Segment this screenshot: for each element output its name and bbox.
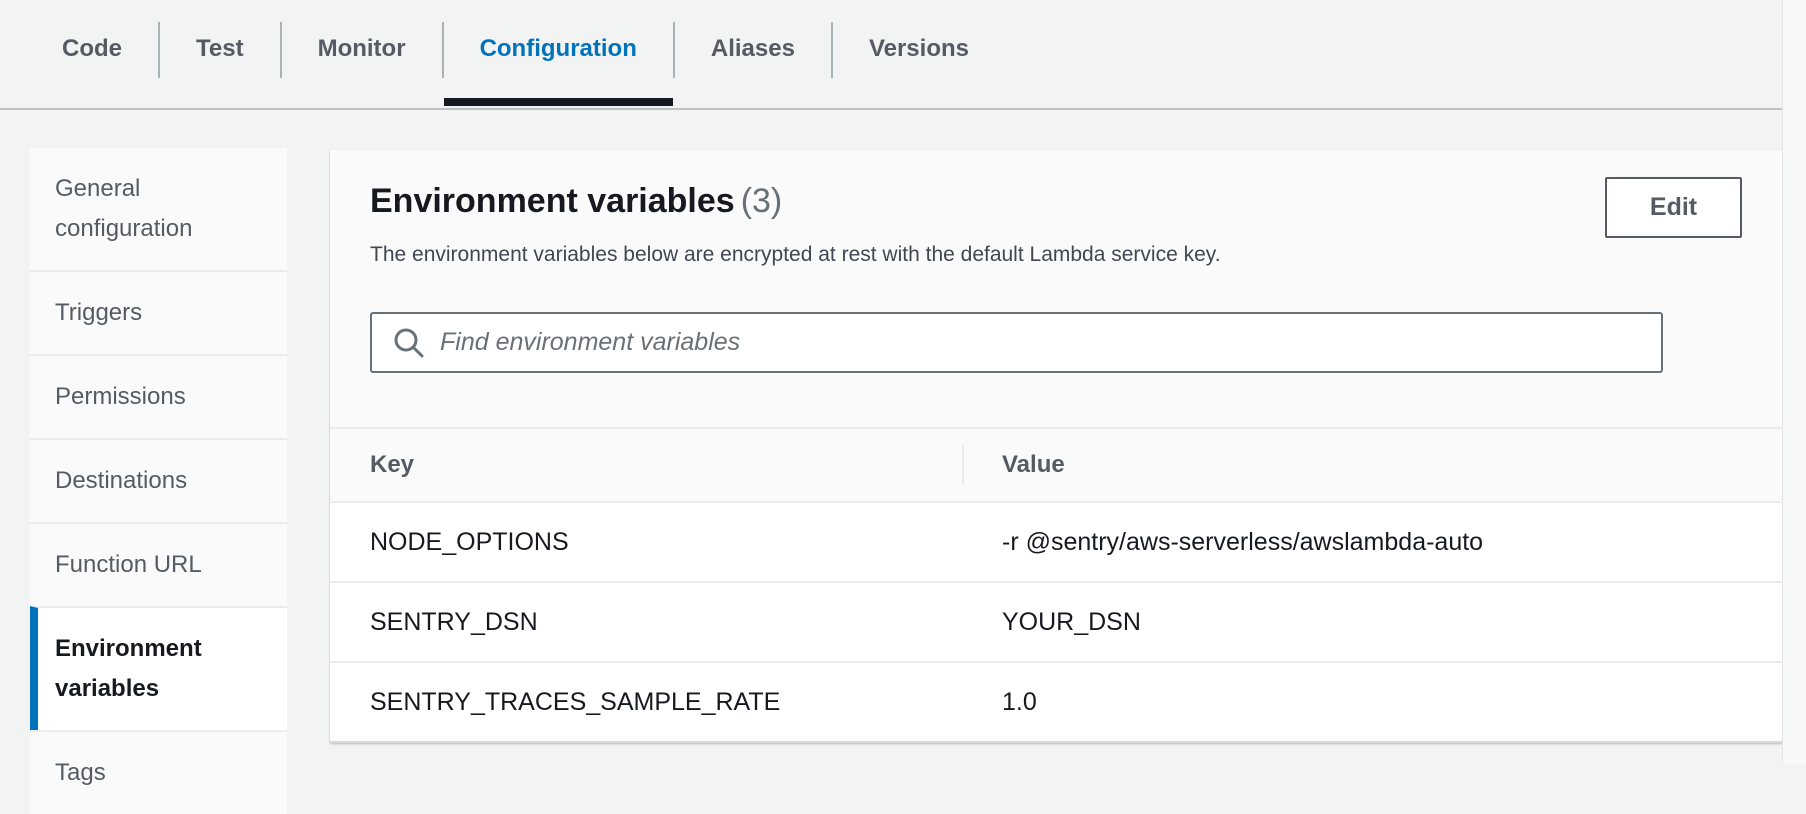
tab-monitor[interactable]: Monitor <box>282 0 442 106</box>
env-var-value: -r @sentry/aws-serverless/awslambda-auto <box>962 528 1782 557</box>
sidebar-item-environment-variables[interactable]: Environment variables <box>30 606 287 730</box>
column-header-value: Value <box>962 451 1782 479</box>
panel-title-text: Environment variables <box>370 182 735 220</box>
tab-test[interactable]: Test <box>160 0 280 106</box>
table-row: NODE_OPTIONS -r @sentry/aws-serverless/a… <box>330 503 1782 583</box>
function-tabbar: Code Test Monitor Configuration Aliases … <box>0 0 1806 112</box>
env-var-key: SENTRY_DSN <box>330 608 962 637</box>
tab-aliases[interactable]: Aliases <box>675 0 831 106</box>
sidebar-item-function-url[interactable]: Function URL <box>30 522 287 606</box>
table-row: SENTRY_TRACES_SAMPLE_RATE 1.0 <box>330 663 1782 743</box>
search-box <box>370 312 1663 373</box>
sidebar-item-triggers[interactable]: Triggers <box>30 270 287 354</box>
scrollbar-track[interactable] <box>1782 0 1806 764</box>
tab-versions[interactable]: Versions <box>833 0 1005 106</box>
env-var-value: YOUR_DSN <box>962 608 1782 637</box>
tab-list: Code Test Monitor Configuration Aliases … <box>26 0 1005 106</box>
environment-variables-panel: Environment variables(3) Edit The enviro… <box>330 150 1782 743</box>
tabbar-bottom-rule <box>0 108 1782 110</box>
panel-header: Environment variables(3) Edit The enviro… <box>330 150 1782 270</box>
tab-configuration[interactable]: Configuration <box>444 0 673 106</box>
sidebar-item-tags[interactable]: Tags <box>30 730 287 814</box>
search-input[interactable] <box>370 312 1663 373</box>
env-var-key: SENTRY_TRACES_SAMPLE_RATE <box>330 688 962 717</box>
configuration-sidebar: General configuration Triggers Permissio… <box>30 148 287 814</box>
sidebar-item-destinations[interactable]: Destinations <box>30 438 287 522</box>
sidebar-item-permissions[interactable]: Permissions <box>30 354 287 438</box>
edit-button[interactable]: Edit <box>1605 177 1742 238</box>
env-var-value: 1.0 <box>962 688 1782 717</box>
env-var-key: NODE_OPTIONS <box>330 528 962 557</box>
variable-count-badge: (3) <box>741 182 783 220</box>
tab-code[interactable]: Code <box>26 0 158 106</box>
table-header-row: Key Value <box>330 427 1782 503</box>
table-row: SENTRY_DSN YOUR_DSN <box>330 583 1782 663</box>
panel-description: The environment variables below are encr… <box>370 240 1742 270</box>
column-header-key: Key <box>330 451 962 479</box>
sidebar-item-general-configuration[interactable]: General configuration <box>30 148 287 270</box>
env-vars-table: Key Value NODE_OPTIONS -r @sentry/aws-se… <box>330 427 1782 743</box>
panel-title: Environment variables(3) <box>370 178 1742 224</box>
